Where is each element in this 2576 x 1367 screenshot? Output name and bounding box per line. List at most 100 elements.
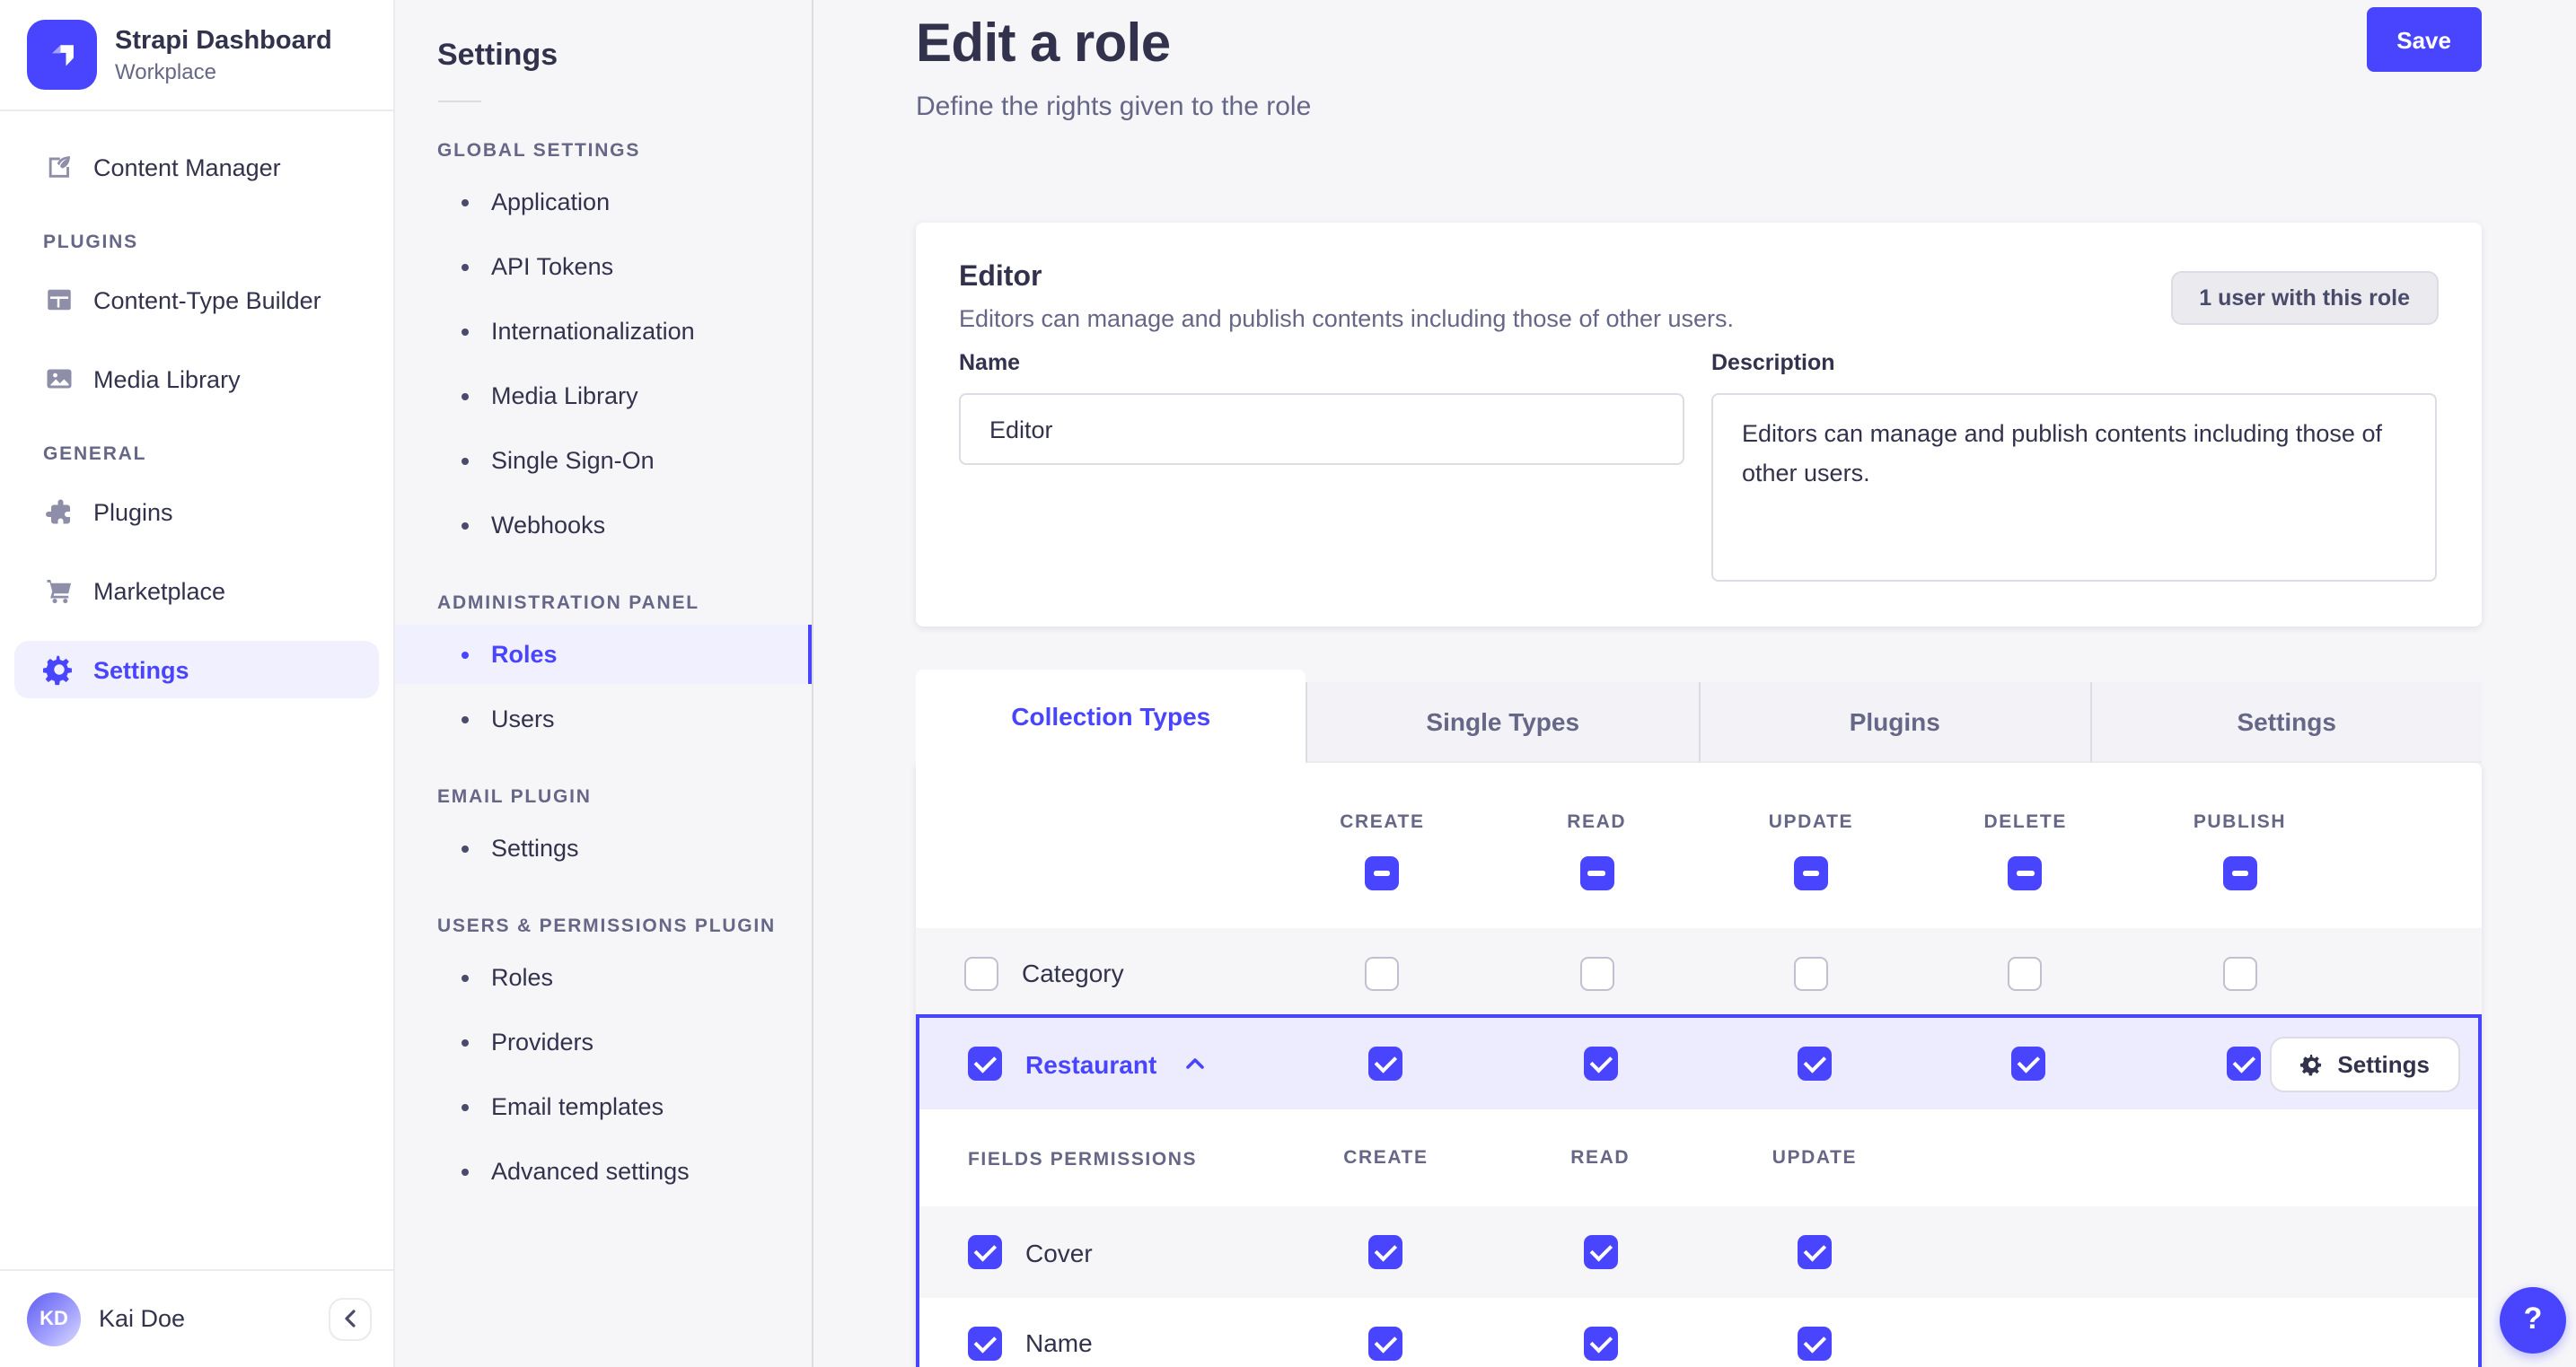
bullet-icon: [461, 1168, 468, 1175]
row-label[interactable]: Name: [1025, 1328, 1093, 1357]
fields-column-update: UPDATE: [1772, 1147, 1858, 1169]
page-subtitle: Define the rights given to the role: [916, 92, 1312, 122]
row-label[interactable]: Restaurant: [1025, 1049, 1156, 1078]
bullet-icon: [461, 651, 468, 658]
checkbox-category-read[interactable]: [1579, 956, 1614, 990]
checkbox-create-all[interactable]: [1365, 856, 1400, 890]
checkbox-restaurant-row[interactable]: [968, 1047, 1002, 1081]
page-header: Edit a role Define the rights given to t…: [916, 14, 1311, 122]
row-label[interactable]: Cover: [1025, 1238, 1093, 1266]
main-content: Edit a role Define the rights given to t…: [813, 0, 2576, 1367]
sidebar-item-label: Media Library: [93, 365, 241, 392]
subnav-item-label: Roles: [491, 964, 554, 991]
tab-plugins[interactable]: Plugins: [1698, 682, 2090, 763]
sidebar-item-marketplace[interactable]: Marketplace: [14, 562, 378, 619]
bullet-icon: [461, 974, 468, 981]
column-header-create: CREATE: [1340, 811, 1425, 833]
subnav-item-label: Settings: [491, 835, 579, 862]
checkbox-read-all[interactable]: [1579, 856, 1614, 890]
role-name-heading: Editor: [959, 262, 1042, 293]
role-details-card: Editor Editors can manage and publish co…: [916, 223, 2482, 627]
checkbox-category-row[interactable]: [964, 956, 998, 990]
subnav-item-application[interactable]: Application: [394, 172, 812, 232]
bullet-icon: [461, 263, 468, 270]
checkbox-name-update[interactable]: [1797, 1326, 1832, 1360]
checkbox-cover-read[interactable]: [1583, 1235, 1618, 1269]
checkbox-name-row[interactable]: [968, 1326, 1002, 1360]
sidebar-section-plugins: PLUGINS: [43, 232, 138, 253]
subnav-item-users[interactable]: Users: [394, 689, 812, 749]
permissions-column-headers: CREATE READ UPDATE DELETE PUBLISH: [916, 763, 2482, 833]
checkbox-name-create[interactable]: [1368, 1326, 1403, 1360]
subnav-item-api-tokens[interactable]: API Tokens: [394, 237, 812, 296]
subnav-item-media-library[interactable]: Media Library: [394, 366, 812, 425]
restaurant-settings-button[interactable]: Settings: [2269, 1036, 2460, 1091]
checkbox-cover-create[interactable]: [1368, 1235, 1403, 1269]
role-description-textarea[interactable]: Editors can manage and publish contents …: [1711, 393, 2437, 582]
subnav-item-label: Webhooks: [491, 512, 606, 539]
subnav-item-advanced-settings[interactable]: Advanced settings: [394, 1142, 812, 1201]
checkbox-delete-all[interactable]: [2008, 856, 2043, 890]
checkbox-restaurant-update[interactable]: [1797, 1047, 1832, 1081]
chevron-up-icon[interactable]: [1185, 1057, 1205, 1070]
sidebar-item-media-library[interactable]: Media Library: [14, 350, 378, 407]
description-field-label: Description: [1711, 350, 1835, 375]
subnav-item-single-sign-on[interactable]: Single Sign-On: [394, 431, 812, 490]
workspace-switcher[interactable]: Strapi Dashboard Workplace: [0, 0, 392, 110]
settings-button-label: Settings: [2337, 1050, 2430, 1077]
subnav-item-internationalization[interactable]: Internationalization: [394, 302, 812, 361]
tab-single-types[interactable]: Single Types: [1306, 682, 1698, 763]
avatar[interactable]: KD: [27, 1292, 81, 1345]
sidebar-item-content-manager[interactable]: Content Manager: [14, 138, 378, 196]
subnav-item-providers[interactable]: Providers: [394, 1012, 812, 1072]
checkbox-restaurant-create[interactable]: [1368, 1047, 1403, 1081]
subnav-item-label: Providers: [491, 1029, 594, 1056]
subnav-section-global-settings: GLOBAL SETTINGS: [437, 140, 641, 162]
bullet-icon: [461, 392, 468, 399]
collapse-sidebar-button[interactable]: [328, 1297, 371, 1340]
subnav-item-email-settings[interactable]: Settings: [394, 819, 812, 878]
subnav-item-up-roles[interactable]: Roles: [394, 948, 812, 1007]
column-header-update: UPDATE: [1768, 811, 1854, 833]
checkbox-restaurant-read[interactable]: [1583, 1047, 1618, 1081]
checkbox-category-delete[interactable]: [2008, 956, 2043, 990]
user-name: Kai Doe: [99, 1305, 186, 1332]
subnav-item-label: Users: [491, 705, 555, 732]
tab-collection-types[interactable]: Collection Types: [916, 670, 1306, 763]
tab-settings[interactable]: Settings: [2089, 682, 2482, 763]
subnav-item-label: Single Sign-On: [491, 447, 655, 474]
sidebar-item-settings[interactable]: Settings: [14, 641, 378, 698]
subnav-item-label: Media Library: [491, 382, 638, 409]
column-header-read: READ: [1567, 811, 1627, 833]
page-title: Edit a role: [916, 14, 1171, 74]
bullet-icon: [461, 1038, 468, 1046]
permissions-tabs: Collection Types Single Types Plugins Se…: [916, 670, 2482, 763]
checkbox-category-update[interactable]: [1793, 956, 1828, 990]
sidebar-item-content-type-builder[interactable]: Content-Type Builder: [14, 271, 378, 329]
bullet-icon: [461, 845, 468, 852]
subnav-item-email-templates[interactable]: Email templates: [394, 1077, 812, 1136]
table-row-name: Name: [919, 1298, 2478, 1367]
gear-icon: [2299, 1052, 2323, 1075]
bullet-icon: [461, 1103, 468, 1110]
checkbox-category-create[interactable]: [1365, 956, 1400, 990]
checkbox-name-read[interactable]: [1583, 1326, 1618, 1360]
checkbox-restaurant-publish[interactable]: [2226, 1047, 2261, 1081]
fields-column-read: READ: [1570, 1147, 1631, 1169]
row-label[interactable]: Category: [1022, 959, 1124, 987]
sidebar-item-plugins[interactable]: Plugins: [14, 483, 378, 540]
subnav-item-webhooks[interactable]: Webhooks: [394, 495, 812, 555]
role-name-input[interactable]: [959, 393, 1684, 465]
checkbox-category-publish[interactable]: [2222, 956, 2257, 990]
fields-permissions-header: FIELDS PERMISSIONS CREATE READ UPDATE: [919, 1109, 2478, 1206]
checkbox-update-all[interactable]: [1793, 856, 1828, 890]
checkbox-restaurant-delete[interactable]: [2011, 1047, 2046, 1081]
checkbox-cover-row[interactable]: [968, 1235, 1002, 1269]
subnav-item-roles[interactable]: Roles: [394, 625, 812, 684]
users-with-role-button[interactable]: 1 user with this role: [2170, 271, 2439, 325]
table-row-restaurant: Restaurant Settings: [919, 1018, 2478, 1109]
checkbox-publish-all[interactable]: [2222, 856, 2257, 890]
help-button[interactable]: ?: [2500, 1286, 2566, 1353]
save-button[interactable]: Save: [2366, 7, 2482, 72]
checkbox-cover-update[interactable]: [1797, 1235, 1832, 1269]
